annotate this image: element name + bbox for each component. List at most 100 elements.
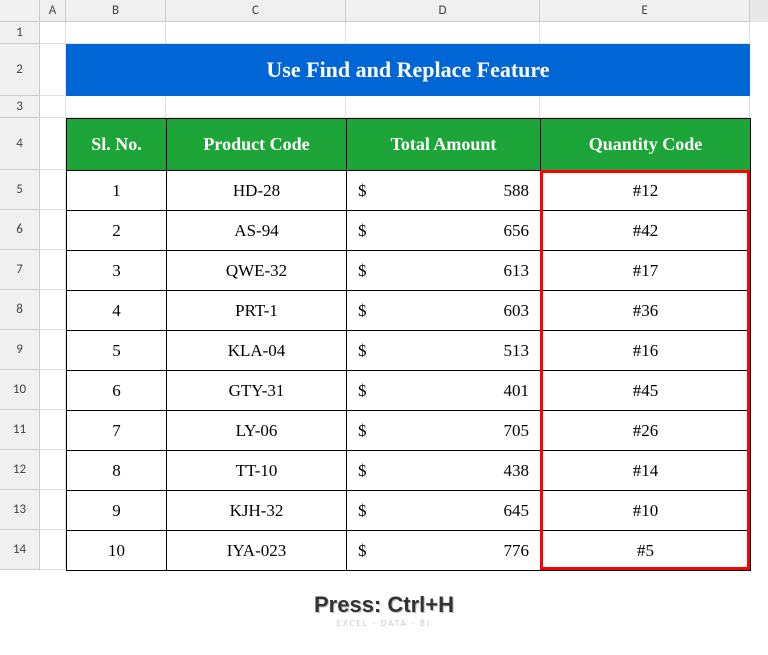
col-header-C[interactable]: C xyxy=(166,0,346,22)
cell-total-amount[interactable]: $588 xyxy=(347,171,541,211)
row-header-12[interactable]: 12 xyxy=(0,450,40,490)
table-row: 2AS-94$656#42 xyxy=(67,211,751,251)
cell-B1[interactable] xyxy=(66,22,166,44)
table-row: 4PRT-1$603#36 xyxy=(67,291,751,331)
cell-D1[interactable] xyxy=(346,22,540,44)
header-quantity-code: Quantity Code xyxy=(541,119,751,171)
instruction-text: Press: Ctrl+H xyxy=(0,592,768,618)
cell-A11[interactable] xyxy=(40,410,66,450)
table-row: 5KLA-04$513#16 xyxy=(67,331,751,371)
col-header-E[interactable]: E xyxy=(540,0,750,22)
amount-value: 705 xyxy=(504,421,530,441)
cell-product-code[interactable]: LY-06 xyxy=(167,411,347,451)
table-header-row: Sl. No. Product Code Total Amount Quanti… xyxy=(67,119,751,171)
cell-total-amount[interactable]: $645 xyxy=(347,491,541,531)
currency-symbol: $ xyxy=(358,261,367,281)
cell-A9[interactable] xyxy=(40,330,66,370)
cell-A7[interactable] xyxy=(40,250,66,290)
cell-sl-no[interactable]: 9 xyxy=(67,491,167,531)
cell-A8[interactable] xyxy=(40,290,66,330)
cell-sl-no[interactable]: 1 xyxy=(67,171,167,211)
col-header-D[interactable]: D xyxy=(346,0,540,22)
row-header-3[interactable]: 3 xyxy=(0,96,40,118)
table-row: 1HD-28$588#12 xyxy=(67,171,751,211)
cell-A13[interactable] xyxy=(40,490,66,530)
cell-product-code[interactable]: PRT-1 xyxy=(167,291,347,331)
currency-symbol: $ xyxy=(358,381,367,401)
cell-sl-no[interactable]: 10 xyxy=(67,531,167,571)
select-all-corner[interactable] xyxy=(0,0,40,22)
cell-A5[interactable] xyxy=(40,170,66,210)
cell-total-amount[interactable]: $438 xyxy=(347,451,541,491)
row-header-11[interactable]: 11 xyxy=(0,410,40,450)
row-header-7[interactable]: 7 xyxy=(0,250,40,290)
cell-total-amount[interactable]: $776 xyxy=(347,531,541,571)
cell-product-code[interactable]: TT-10 xyxy=(167,451,347,491)
cell-quantity-code[interactable]: #5 xyxy=(541,531,751,571)
cell-quantity-code[interactable]: #36 xyxy=(541,291,751,331)
cell-D3[interactable] xyxy=(346,96,540,118)
row-header-14[interactable]: 14 xyxy=(0,530,40,570)
watermark-text: EXCEL · DATA · BI xyxy=(0,618,768,629)
col-header-B[interactable]: B xyxy=(66,0,166,22)
cell-sl-no[interactable]: 5 xyxy=(67,331,167,371)
cell-sl-no[interactable]: 4 xyxy=(67,291,167,331)
cell-A3[interactable] xyxy=(40,96,66,118)
currency-symbol: $ xyxy=(358,341,367,361)
cell-total-amount[interactable]: $705 xyxy=(347,411,541,451)
page-title: Use Find and Replace Feature xyxy=(66,44,750,96)
cell-product-code[interactable]: KLA-04 xyxy=(167,331,347,371)
cell-quantity-code[interactable]: #16 xyxy=(541,331,751,371)
row-header-13[interactable]: 13 xyxy=(0,490,40,530)
cell-A1[interactable] xyxy=(40,22,66,44)
cell-E1[interactable] xyxy=(540,22,750,44)
cell-total-amount[interactable]: $401 xyxy=(347,371,541,411)
row-header-10[interactable]: 10 xyxy=(0,370,40,410)
cell-quantity-code[interactable]: #45 xyxy=(541,371,751,411)
col-header-A[interactable]: A xyxy=(40,0,66,22)
row-header-5[interactable]: 5 xyxy=(0,170,40,210)
cell-quantity-code[interactable]: #10 xyxy=(541,491,751,531)
cell-A12[interactable] xyxy=(40,450,66,490)
cell-sl-no[interactable]: 3 xyxy=(67,251,167,291)
cell-sl-no[interactable]: 7 xyxy=(67,411,167,451)
cell-total-amount[interactable]: $613 xyxy=(347,251,541,291)
amount-value: 438 xyxy=(504,461,530,481)
cell-product-code[interactable]: KJH-32 xyxy=(167,491,347,531)
table-row: 3QWE-32$613#17 xyxy=(67,251,751,291)
cell-C3[interactable] xyxy=(166,96,346,118)
row-header-4[interactable]: 4 xyxy=(0,118,40,170)
cell-total-amount[interactable]: $656 xyxy=(347,211,541,251)
cell-B3[interactable] xyxy=(66,96,166,118)
table-row: 8TT-10$438#14 xyxy=(67,451,751,491)
header-total-amount: Total Amount xyxy=(347,119,541,171)
cell-quantity-code[interactable]: #17 xyxy=(541,251,751,291)
cell-E3[interactable] xyxy=(540,96,750,118)
row-header-6[interactable]: 6 xyxy=(0,210,40,250)
cell-C1[interactable] xyxy=(166,22,346,44)
cell-total-amount[interactable]: $513 xyxy=(347,331,541,371)
row-header-8[interactable]: 8 xyxy=(0,290,40,330)
cell-A6[interactable] xyxy=(40,210,66,250)
amount-value: 401 xyxy=(504,381,530,401)
row-header-2[interactable]: 2 xyxy=(0,44,40,96)
cell-quantity-code[interactable]: #12 xyxy=(541,171,751,211)
cell-A2[interactable] xyxy=(40,44,66,96)
cell-product-code[interactable]: IYA-023 xyxy=(167,531,347,571)
cell-sl-no[interactable]: 6 xyxy=(67,371,167,411)
cell-quantity-code[interactable]: #14 xyxy=(541,451,751,491)
cell-product-code[interactable]: HD-28 xyxy=(167,171,347,211)
cell-sl-no[interactable]: 8 xyxy=(67,451,167,491)
cell-A10[interactable] xyxy=(40,370,66,410)
cell-total-amount[interactable]: $603 xyxy=(347,291,541,331)
cell-A14[interactable] xyxy=(40,530,66,570)
cell-product-code[interactable]: GTY-31 xyxy=(167,371,347,411)
cell-quantity-code[interactable]: #26 xyxy=(541,411,751,451)
row-header-1[interactable]: 1 xyxy=(0,22,40,44)
cell-A4[interactable] xyxy=(40,118,66,170)
cell-product-code[interactable]: QWE-32 xyxy=(167,251,347,291)
cell-product-code[interactable]: AS-94 xyxy=(167,211,347,251)
cell-sl-no[interactable]: 2 xyxy=(67,211,167,251)
cell-quantity-code[interactable]: #42 xyxy=(541,211,751,251)
row-header-9[interactable]: 9 xyxy=(0,330,40,370)
